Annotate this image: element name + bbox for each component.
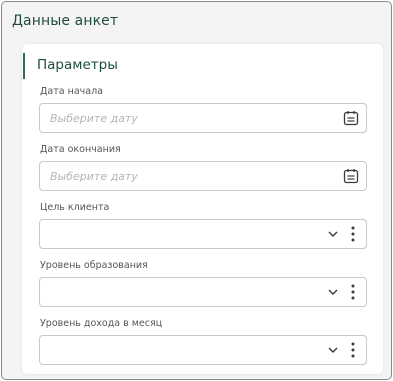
education-level-select[interactable]	[39, 277, 367, 307]
chevron-down-icon[interactable]	[327, 229, 339, 239]
client-goal-label: Цель клиента	[40, 202, 110, 213]
section-title: Параметры	[37, 57, 118, 73]
end-date-placeholder: Выберите дату	[50, 170, 138, 183]
monthly-income-label: Уровень дохода в месяц	[40, 318, 163, 329]
window-title: Данные анкет	[12, 13, 119, 29]
end-date-label: Дата окончания	[40, 144, 121, 155]
chevron-down-icon[interactable]	[327, 345, 339, 355]
end-date-field[interactable]: Выберите дату	[39, 161, 367, 191]
more-options-icon[interactable]	[351, 226, 355, 242]
start-date-label: Дата начала	[40, 86, 103, 97]
start-date-placeholder: Выберите дату	[50, 112, 138, 125]
chevron-down-icon[interactable]	[327, 287, 339, 297]
more-options-icon[interactable]	[351, 342, 355, 358]
client-goal-select[interactable]	[39, 219, 367, 249]
form-window: Данные анкет Параметры Дата начала Выбер…	[1, 1, 392, 380]
calendar-icon[interactable]	[343, 168, 359, 184]
start-date-field[interactable]: Выберите дату	[39, 103, 367, 133]
education-level-label: Уровень образования	[40, 260, 148, 271]
section-accent-bar	[23, 53, 25, 79]
monthly-income-select[interactable]	[39, 335, 367, 365]
more-options-icon[interactable]	[351, 284, 355, 300]
calendar-icon[interactable]	[343, 110, 359, 126]
parameters-card: Параметры Дата начала Выберите дату Дата…	[22, 44, 383, 374]
